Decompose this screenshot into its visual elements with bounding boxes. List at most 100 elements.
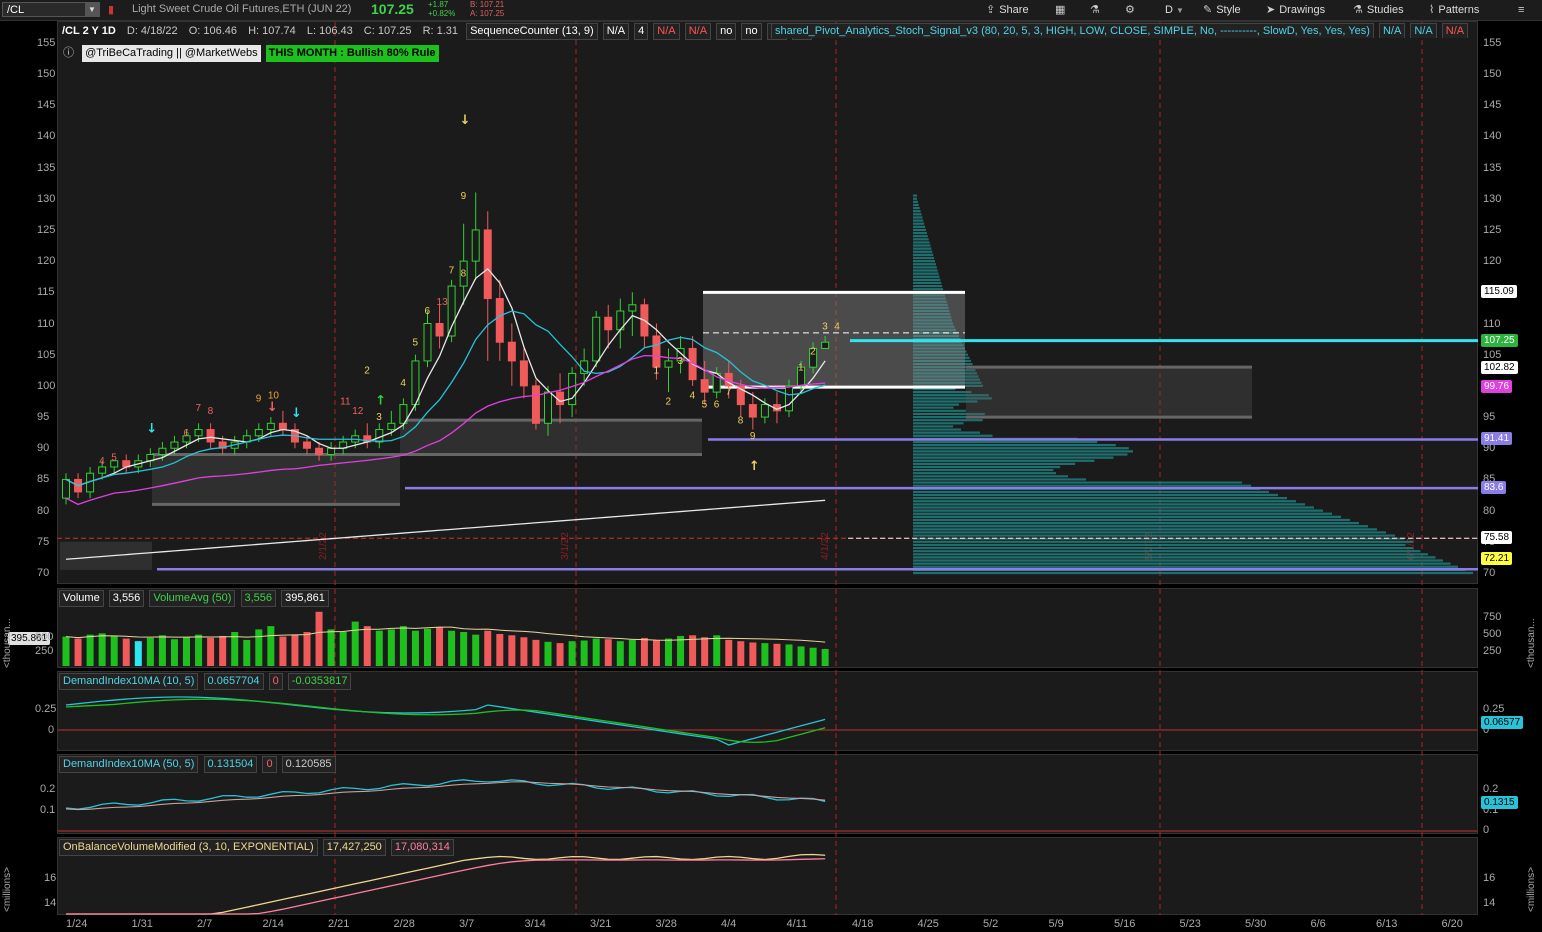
sequence-count-label: 3: [376, 412, 382, 423]
signal-arrow-icon: ↓: [460, 113, 471, 128]
price-tick-left: 100: [37, 379, 56, 392]
month-marker-label: 3/1/22: [560, 532, 571, 560]
volume-bar: [207, 637, 215, 666]
candle-body: [556, 391, 565, 406]
pivot-study[interactable]: shared_Pivot_Analytics_Stoch_Signal_v3 (…: [771, 23, 1374, 38]
price-tick-left: 75: [37, 535, 50, 548]
candle-body: [194, 429, 203, 437]
price-tick-left: 85: [37, 473, 50, 486]
price-tick-left: 95: [37, 411, 50, 424]
volume-bar: [749, 642, 757, 666]
volume-avg-value: 3,556: [240, 590, 277, 607]
volume-bar: [327, 629, 335, 666]
price-tick-left: 155: [37, 36, 56, 49]
ohlc-close: C: 107.25: [363, 25, 412, 37]
volume-bar: [508, 635, 516, 666]
signal-arrow-icon: ↓: [291, 406, 302, 421]
di2-tick-left: 0.2: [40, 783, 56, 795]
volume-bar: [665, 638, 672, 666]
volume-bar: [411, 630, 419, 666]
di2-tick: 0.2: [1483, 783, 1499, 795]
sequence-count-label: 6: [714, 400, 720, 411]
sequence-count-label: 1: [653, 365, 659, 376]
di2-line: [65, 779, 826, 810]
volume-bar: [363, 626, 371, 666]
obv-line: [66, 853, 826, 915]
volume-bar: [773, 643, 781, 666]
volume-bar: [339, 632, 347, 666]
di1-tick: 0.25: [1483, 703, 1505, 715]
obv-title[interactable]: OnBalanceVolumeModified (3, 10, EXPONENT…: [59, 839, 318, 856]
vol-tick-left: 500: [35, 631, 54, 643]
date-tick: 4/25: [917, 918, 939, 930]
month-marker-label: 6/1/22: [1406, 532, 1417, 560]
candle-body: [507, 341, 516, 362]
sequence-count-label: 4: [834, 322, 840, 333]
date-tick: 5/30: [1245, 918, 1267, 930]
price-tick-right: 70: [1483, 567, 1496, 579]
volume-bar: [255, 629, 263, 666]
sequence-count-label: 9: [461, 191, 467, 202]
sequence-counter-study[interactable]: SequenceCounter (13, 9): [466, 23, 598, 40]
volume-avg-title[interactable]: VolumeAvg (50): [149, 590, 236, 607]
volume-avg-value-2: 395,861: [281, 590, 329, 607]
info-icon[interactable]: ⓘ: [60, 45, 77, 62]
di2-title[interactable]: DemandIndex10MA (50, 5): [59, 756, 199, 773]
price-tick-right: 135: [1483, 161, 1502, 174]
di1-header: DemandIndex10MA (10, 5) 0.0657704 0 -0.0…: [59, 673, 353, 690]
sequence-count-label: 2: [810, 347, 816, 358]
volume-bar: [122, 638, 130, 666]
volume-bar: [134, 641, 142, 666]
price-tick-left: 145: [37, 99, 56, 112]
volume-bar: [183, 637, 190, 666]
price-tag: 102.82: [1481, 361, 1518, 375]
volume-bar: [424, 628, 431, 666]
volume-bar: [628, 639, 636, 666]
candle-body: [278, 422, 287, 431]
vol-tick: 750: [1483, 611, 1502, 623]
volume-bar: [291, 634, 299, 666]
volume-bar: [677, 635, 685, 666]
date-tick: 6/13: [1376, 918, 1398, 930]
di1-title[interactable]: DemandIndex10MA (10, 5): [59, 673, 199, 690]
chart-canvas: 2/1/22 3/1/22 4/1/22 5/2/22 6/1/224 567 89 1011…: [57, 22, 1478, 915]
volume-bar: [797, 646, 805, 666]
volume-bar: [460, 632, 468, 666]
sequence-count-label: 7: [726, 387, 732, 398]
sequence-count-label: 2: [666, 397, 672, 408]
obv-tick-left: 14: [44, 897, 57, 909]
di1-tick-left: 0: [48, 724, 55, 736]
volume-bar: [713, 635, 721, 666]
price-tick-left: 120: [37, 255, 56, 268]
volume-bar: [761, 643, 769, 666]
price-tick-left: 125: [37, 223, 56, 236]
candle-body: [821, 341, 830, 349]
candle-body: [447, 285, 456, 337]
date-tick: 4/18: [852, 918, 874, 930]
candle-body: [315, 447, 324, 455]
candle-body: [760, 404, 769, 418]
volume-header: Volume 3,556 VolumeAvg (50) 3,556 395,86…: [59, 590, 331, 607]
candle-body: [98, 466, 107, 474]
candle-body: [495, 298, 504, 343]
volume-bar: [725, 639, 733, 666]
candle-body: [748, 404, 757, 418]
volume-bar: [701, 637, 709, 666]
volume-bar: [484, 630, 492, 666]
ohlc-low: L: 106.43: [306, 25, 353, 37]
date-tick: 4/4: [721, 918, 737, 930]
date-tick: 2/7: [197, 918, 213, 930]
volume-bar: [170, 639, 178, 666]
candle-body: [62, 478, 70, 499]
sequence-count-label: 3: [822, 322, 828, 333]
volume-bar: [387, 629, 395, 666]
date-tick: 1/31: [131, 918, 153, 930]
price-tick-right: 125: [1483, 223, 1502, 236]
study-value: no: [741, 23, 762, 40]
sequence-count-label: 8: [461, 269, 467, 280]
candle-body: [423, 323, 432, 362]
volume-bar: [556, 643, 564, 666]
volume-bar: [98, 633, 106, 666]
volume-title[interactable]: Volume: [59, 590, 104, 607]
annotation-bar: ⓘ @TriBeCaTrading || @MarketWebs THIS MO…: [60, 45, 441, 62]
